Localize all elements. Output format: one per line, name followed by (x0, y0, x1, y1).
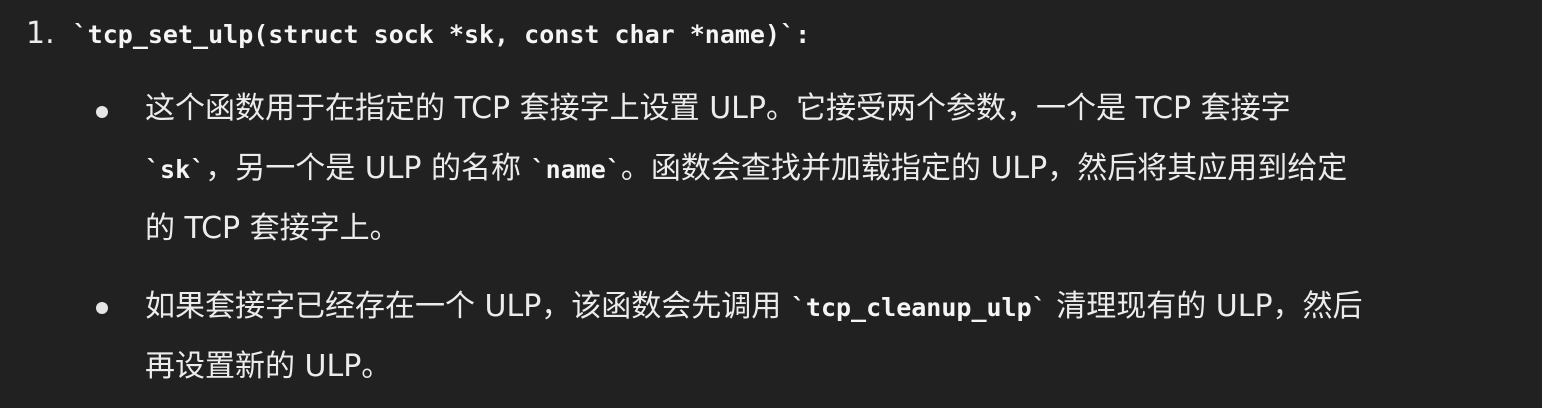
text-span: 这个函数用于在指定的 TCP 套接字上设置 ULP。它接受两个参数，一个是 TC… (145, 91, 1291, 126)
text-span: 的 TCP 套接字上。 (145, 211, 400, 246)
text-span: ，另一个是 ULP 的名称 (205, 151, 531, 186)
paragraph-line: 如果套接字已经存在一个 ULP，该函数会先调用 `tcp_cleanup_ulp… (145, 277, 1515, 337)
bullet-paragraph-2: 如果套接字已经存在一个 ULP，该函数会先调用 `tcp_cleanup_ulp… (145, 277, 1515, 397)
text-span: 再设置新的 ULP。 (145, 349, 392, 384)
inline-code-tcp-cleanup-ulp: `tcp_cleanup_ulp` (790, 293, 1047, 322)
bullet-dot-2 (96, 302, 108, 314)
paragraph-line: 再设置新的 ULP。 (145, 337, 1515, 397)
paragraph-line: 的 TCP 套接字上。 (145, 199, 1515, 259)
text-span: 。函数会查找并加载指定的 ULP，然后将其应用到给定 (620, 151, 1348, 186)
heading-colon: : (795, 20, 811, 49)
function-signature-code: `tcp_set_ulp(struct sock *sk, const char… (72, 20, 796, 49)
list-number: 1. (26, 16, 55, 51)
inline-code-sk: `sk` (145, 155, 206, 184)
paragraph-line: `sk`，另一个是 ULP 的名称 `name`。函数会查找并加载指定的 ULP… (145, 139, 1515, 199)
bullet-paragraph-1: 这个函数用于在指定的 TCP 套接字上设置 ULP。它接受两个参数，一个是 TC… (145, 79, 1515, 259)
bullet-dot-1 (96, 106, 108, 118)
list-item-heading: 1. `tcp_set_ulp(struct sock *sk, const ch… (26, 14, 810, 54)
paragraph-line: 这个函数用于在指定的 TCP 套接字上设置 ULP。它接受两个参数，一个是 TC… (145, 79, 1515, 139)
page: { "list_item": { "number": "1.", "signat… (0, 0, 1542, 408)
text-span: 如果套接字已经存在一个 ULP，该函数会先调用 (145, 289, 791, 324)
text-span: 清理现有的 ULP，然后 (1046, 289, 1363, 324)
inline-code-name: `name` (530, 155, 621, 184)
